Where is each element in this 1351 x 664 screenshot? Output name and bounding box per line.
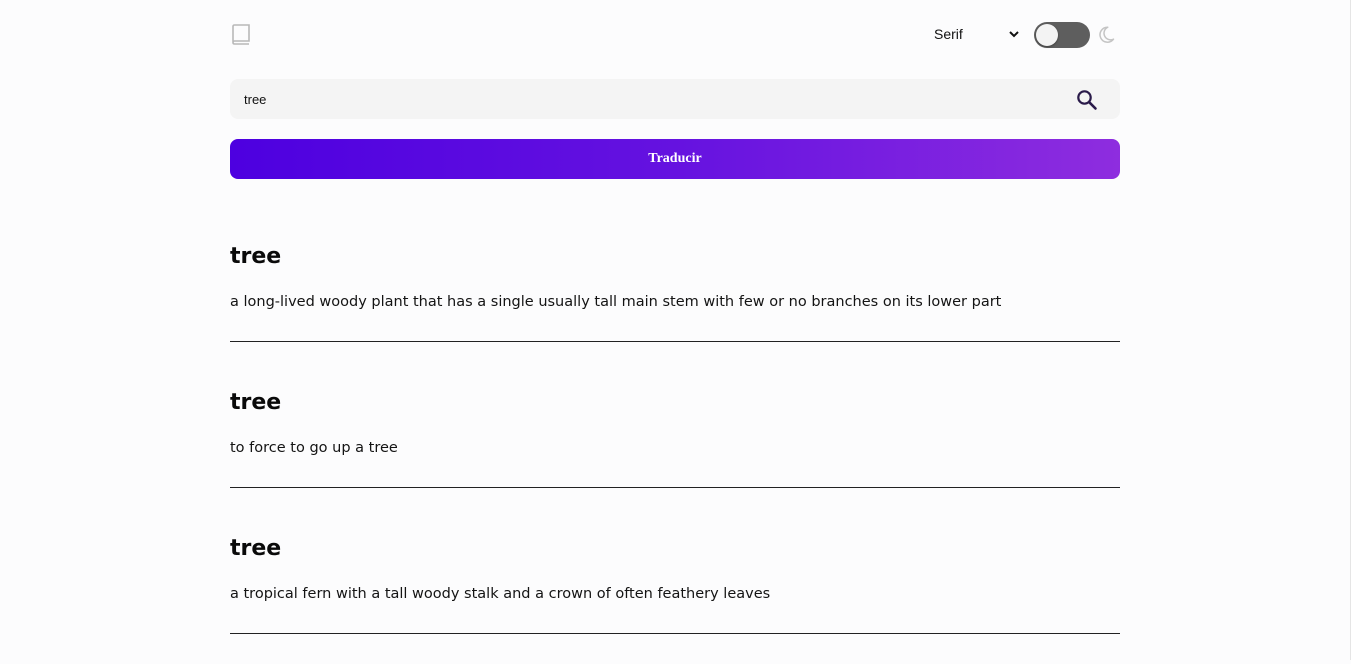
result-item: tree a tropical fern with a tall woody s… [230, 518, 1120, 664]
moon-icon [1098, 24, 1120, 46]
result-divider [230, 341, 1120, 342]
result-item: tree to force to go up a tree [230, 372, 1120, 518]
toggle-knob [1036, 24, 1058, 46]
result-definition: a tropical fern with a tall woody stalk … [230, 586, 771, 602]
result-word: tree [230, 244, 282, 269]
result-definition: a long-lived woody plant that has a sing… [230, 294, 1002, 310]
font-select[interactable]: Serif [930, 22, 1022, 46]
translate-button[interactable]: Traducir [230, 139, 1120, 179]
result-definition: to force to go up a tree [230, 440, 398, 456]
result-divider [230, 633, 1120, 634]
result-word: tree [230, 390, 282, 415]
theme-toggle[interactable] [1034, 22, 1090, 48]
results-list: tree a long-lived woody plant that has a… [230, 226, 1120, 664]
app-container: Serif Traducir tree a long-lived woody p… [230, 0, 1120, 634]
search-icon[interactable] [1075, 88, 1099, 112]
search-box [230, 79, 1120, 119]
result-divider [230, 487, 1120, 488]
search-input[interactable] [244, 79, 1064, 119]
book-icon [230, 23, 252, 47]
result-word: tree [230, 536, 282, 561]
result-item: tree a long-lived woody plant that has a… [230, 226, 1120, 372]
header: Serif [230, 0, 1120, 70]
